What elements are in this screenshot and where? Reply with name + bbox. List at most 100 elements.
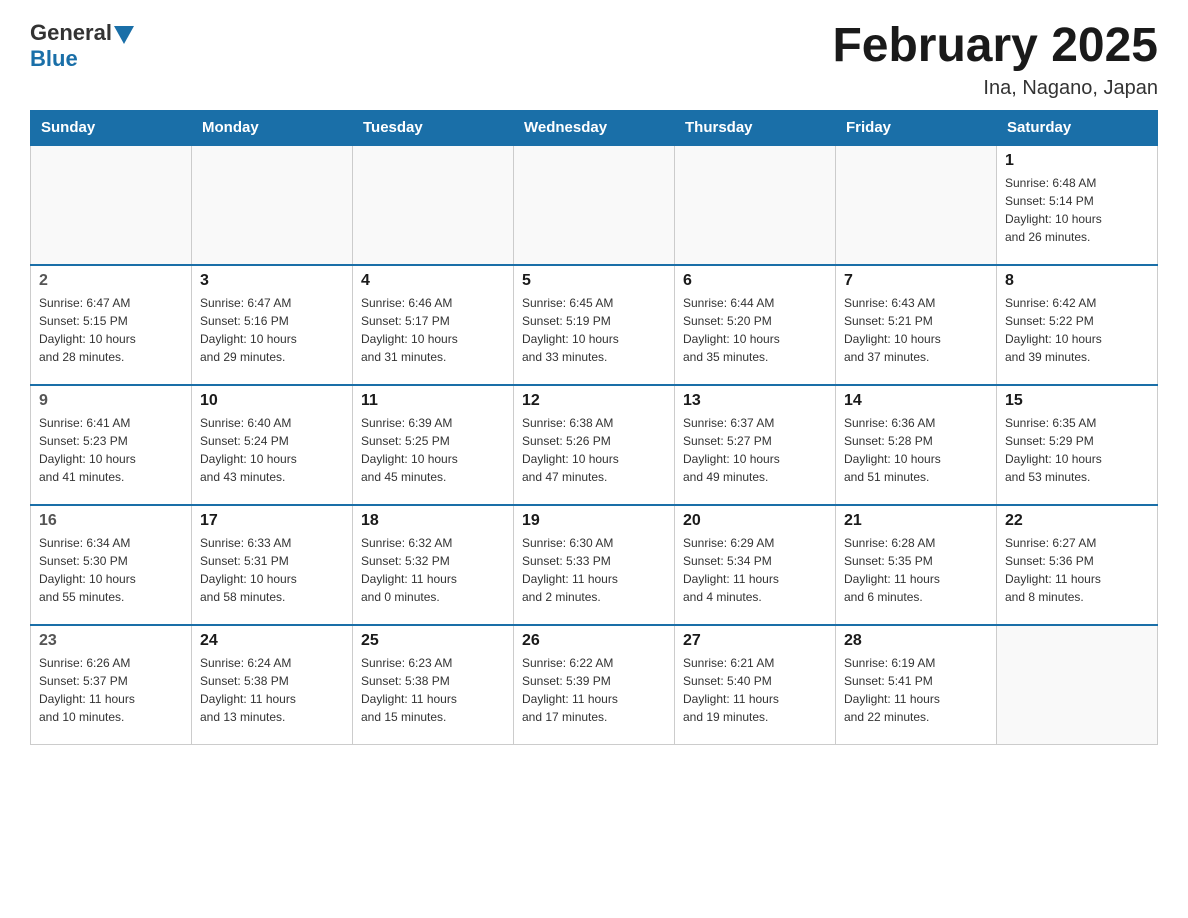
day-header-thursday: Thursday <box>675 110 836 145</box>
day-info: Sunrise: 6:38 AM Sunset: 5:26 PM Dayligh… <box>522 414 666 486</box>
day-number: 4 <box>361 272 505 290</box>
day-header-wednesday: Wednesday <box>514 110 675 145</box>
day-info: Sunrise: 6:33 AM Sunset: 5:31 PM Dayligh… <box>200 534 344 606</box>
day-cell: 20Sunrise: 6:29 AM Sunset: 5:34 PM Dayli… <box>675 505 836 625</box>
day-number: 22 <box>1005 512 1149 530</box>
day-number: 3 <box>200 272 344 290</box>
day-cell: 23Sunrise: 6:26 AM Sunset: 5:37 PM Dayli… <box>31 625 192 745</box>
logo-text-general: General <box>30 20 112 46</box>
day-info: Sunrise: 6:47 AM Sunset: 5:16 PM Dayligh… <box>200 294 344 366</box>
day-number: 19 <box>522 512 666 530</box>
page-header: General Blue February 2025 Ina, Nagano, … <box>30 20 1158 100</box>
day-cell: 9 Sunrise: 6:41 AM Sunset: 5:23 PM Daylig… <box>31 385 192 505</box>
day-number: 9 <box>39 392 183 410</box>
day-header-sunday: Sunday <box>31 110 192 145</box>
day-cell: 25 Sunrise: 6:23 AM Sunset: 5:38 PM Dayli… <box>353 625 514 745</box>
day-number: 25 <box>361 632 505 650</box>
day-number: 21 <box>844 512 988 530</box>
day-cell: 27Sunrise: 6:21 AM Sunset: 5:40 PM Dayli… <box>675 625 836 745</box>
day-number: 6 <box>683 272 827 290</box>
calendar-title: February 2025 <box>832 20 1158 73</box>
day-number: 1 <box>1005 152 1149 170</box>
day-info: Sunrise: 6:37 AM Sunset: 5:27 PM Dayligh… <box>683 414 827 486</box>
day-cell: 7 Sunrise: 6:43 AM Sunset: 5:21 PM Daylig… <box>836 265 997 385</box>
week-row-1: 1 Sunrise: 6:48 AM Sunset: 5:14 PM Daylig… <box>31 145 1158 265</box>
day-cell: 24 Sunrise: 6:24 AM Sunset: 5:38 PM Dayli… <box>192 625 353 745</box>
day-info: Sunrise: 6:29 AM Sunset: 5:34 PM Dayligh… <box>683 534 827 606</box>
day-cell: 28 Sunrise: 6:19 AM Sunset: 5:41 PM Dayli… <box>836 625 997 745</box>
week-row-3: 9 Sunrise: 6:41 AM Sunset: 5:23 PM Daylig… <box>31 385 1158 505</box>
day-info: Sunrise: 6:47 AM Sunset: 5:15 PM Dayligh… <box>39 294 183 366</box>
day-info: Sunrise: 6:34 AM Sunset: 5:30 PM Dayligh… <box>39 534 183 606</box>
day-number: 23 <box>39 632 183 650</box>
day-info: Sunrise: 6:42 AM Sunset: 5:22 PM Dayligh… <box>1005 294 1149 366</box>
day-number: 2 <box>39 272 183 290</box>
day-header-tuesday: Tuesday <box>353 110 514 145</box>
day-cell: 26 Sunrise: 6:22 AM Sunset: 5:39 PM Dayli… <box>514 625 675 745</box>
day-info: Sunrise: 6:19 AM Sunset: 5:41 PM Dayligh… <box>844 654 988 726</box>
day-header-saturday: Saturday <box>997 110 1158 145</box>
day-info: Sunrise: 6:35 AM Sunset: 5:29 PM Dayligh… <box>1005 414 1149 486</box>
day-info: Sunrise: 6:27 AM Sunset: 5:36 PM Dayligh… <box>1005 534 1149 606</box>
day-cell: 15 Sunrise: 6:35 AM Sunset: 5:29 PM Dayli… <box>997 385 1158 505</box>
day-cell <box>353 145 514 265</box>
day-number: 28 <box>844 632 988 650</box>
day-info: Sunrise: 6:43 AM Sunset: 5:21 PM Dayligh… <box>844 294 988 366</box>
day-info: Sunrise: 6:23 AM Sunset: 5:38 PM Dayligh… <box>361 654 505 726</box>
day-cell <box>514 145 675 265</box>
day-info: Sunrise: 6:21 AM Sunset: 5:40 PM Dayligh… <box>683 654 827 726</box>
day-cell: 1 Sunrise: 6:48 AM Sunset: 5:14 PM Daylig… <box>997 145 1158 265</box>
day-cell: 21 Sunrise: 6:28 AM Sunset: 5:35 PM Dayli… <box>836 505 997 625</box>
day-number: 15 <box>1005 392 1149 410</box>
day-cell: 13Sunrise: 6:37 AM Sunset: 5:27 PM Dayli… <box>675 385 836 505</box>
week-row-4: 16Sunrise: 6:34 AM Sunset: 5:30 PM Dayli… <box>31 505 1158 625</box>
day-cell: 17 Sunrise: 6:33 AM Sunset: 5:31 PM Dayli… <box>192 505 353 625</box>
day-info: Sunrise: 6:44 AM Sunset: 5:20 PM Dayligh… <box>683 294 827 366</box>
header-row: SundayMondayTuesdayWednesdayThursdayFrid… <box>31 110 1158 145</box>
day-info: Sunrise: 6:40 AM Sunset: 5:24 PM Dayligh… <box>200 414 344 486</box>
day-number: 14 <box>844 392 988 410</box>
day-info: Sunrise: 6:45 AM Sunset: 5:19 PM Dayligh… <box>522 294 666 366</box>
day-info: Sunrise: 6:28 AM Sunset: 5:35 PM Dayligh… <box>844 534 988 606</box>
day-number: 11 <box>361 392 505 410</box>
day-info: Sunrise: 6:22 AM Sunset: 5:39 PM Dayligh… <box>522 654 666 726</box>
day-cell: 2 Sunrise: 6:47 AM Sunset: 5:15 PM Daylig… <box>31 265 192 385</box>
day-cell: 8 Sunrise: 6:42 AM Sunset: 5:22 PM Daylig… <box>997 265 1158 385</box>
day-cell <box>836 145 997 265</box>
calendar-subtitle: Ina, Nagano, Japan <box>832 77 1158 100</box>
day-info: Sunrise: 6:32 AM Sunset: 5:32 PM Dayligh… <box>361 534 505 606</box>
day-info: Sunrise: 6:36 AM Sunset: 5:28 PM Dayligh… <box>844 414 988 486</box>
day-cell: 14 Sunrise: 6:36 AM Sunset: 5:28 PM Dayli… <box>836 385 997 505</box>
day-info: Sunrise: 6:24 AM Sunset: 5:38 PM Dayligh… <box>200 654 344 726</box>
day-cell: 11 Sunrise: 6:39 AM Sunset: 5:25 PM Dayli… <box>353 385 514 505</box>
day-cell <box>997 625 1158 745</box>
day-cell <box>31 145 192 265</box>
day-cell: 6 Sunrise: 6:44 AM Sunset: 5:20 PM Daylig… <box>675 265 836 385</box>
day-number: 26 <box>522 632 666 650</box>
day-info: Sunrise: 6:46 AM Sunset: 5:17 PM Dayligh… <box>361 294 505 366</box>
logo-text-blue: Blue <box>30 46 78 72</box>
day-number: 8 <box>1005 272 1149 290</box>
day-cell: 16Sunrise: 6:34 AM Sunset: 5:30 PM Dayli… <box>31 505 192 625</box>
day-info: Sunrise: 6:30 AM Sunset: 5:33 PM Dayligh… <box>522 534 666 606</box>
logo: General Blue <box>30 20 134 72</box>
day-header-monday: Monday <box>192 110 353 145</box>
day-cell: 4 Sunrise: 6:46 AM Sunset: 5:17 PM Daylig… <box>353 265 514 385</box>
day-cell: 19 Sunrise: 6:30 AM Sunset: 5:33 PM Dayli… <box>514 505 675 625</box>
day-info: Sunrise: 6:39 AM Sunset: 5:25 PM Dayligh… <box>361 414 505 486</box>
day-info: Sunrise: 6:48 AM Sunset: 5:14 PM Dayligh… <box>1005 174 1149 246</box>
day-cell: 22 Sunrise: 6:27 AM Sunset: 5:36 PM Dayli… <box>997 505 1158 625</box>
day-number: 5 <box>522 272 666 290</box>
day-number: 17 <box>200 512 344 530</box>
day-number: 7 <box>844 272 988 290</box>
day-info: Sunrise: 6:41 AM Sunset: 5:23 PM Dayligh… <box>39 414 183 486</box>
day-cell <box>192 145 353 265</box>
day-number: 12 <box>522 392 666 410</box>
day-number: 24 <box>200 632 344 650</box>
day-cell: 18 Sunrise: 6:32 AM Sunset: 5:32 PM Dayli… <box>353 505 514 625</box>
week-row-2: 2 Sunrise: 6:47 AM Sunset: 5:15 PM Daylig… <box>31 265 1158 385</box>
day-cell: 5 Sunrise: 6:45 AM Sunset: 5:19 PM Daylig… <box>514 265 675 385</box>
day-cell: 12 Sunrise: 6:38 AM Sunset: 5:26 PM Dayli… <box>514 385 675 505</box>
week-row-5: 23Sunrise: 6:26 AM Sunset: 5:37 PM Dayli… <box>31 625 1158 745</box>
day-number: 18 <box>361 512 505 530</box>
